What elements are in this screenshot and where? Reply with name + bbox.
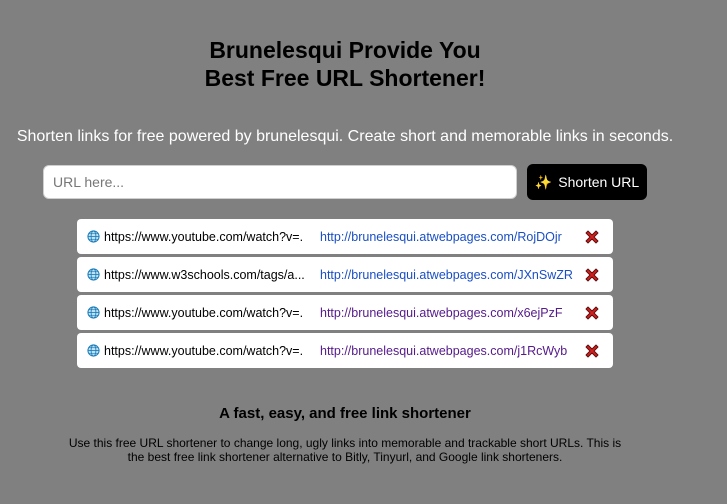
title-line-2: Best Free URL Shortener!	[204, 65, 486, 91]
short-url-link[interactable]: http://brunelesqui.atwebpages.com/x6ejPz…	[320, 306, 563, 320]
info-heading: A fast, easy, and free link shortener	[219, 405, 471, 422]
shortened-links-list: https://www.youtube.com/watch?v=... http…	[77, 219, 613, 371]
globe-icon	[87, 344, 100, 357]
short-url-link[interactable]: http://brunelesqui.atwebpages.com/JXnSwZ…	[320, 268, 573, 282]
link-row: https://www.youtube.com/watch?v=... http…	[77, 295, 613, 330]
original-url: https://www.youtube.com/watch?v=...	[104, 343, 304, 358]
globe-icon	[87, 268, 100, 281]
link-row: https://www.youtube.com/watch?v=... http…	[77, 219, 613, 254]
short-url-link[interactable]: http://brunelesqui.atwebpages.com/RojDOj…	[320, 230, 562, 244]
original-url: https://www.w3schools.com/tags/a...	[104, 267, 304, 282]
url-input[interactable]	[43, 165, 517, 199]
original-url: https://www.youtube.com/watch?v=...	[104, 229, 304, 244]
link-row: https://www.youtube.com/watch?v=... http…	[77, 333, 613, 368]
page-title: Brunelesqui Provide You Best Free URL Sh…	[0, 36, 690, 92]
delete-icon[interactable]	[584, 229, 600, 245]
info-text: Use this free URL shortener to change lo…	[68, 436, 622, 464]
title-line-1: Brunelesqui Provide You	[209, 37, 481, 63]
delete-icon[interactable]	[584, 305, 600, 321]
delete-icon[interactable]	[584, 267, 600, 283]
short-url-link[interactable]: http://brunelesqui.atwebpages.com/j1RcWy…	[320, 344, 567, 358]
shorten-url-button[interactable]: ✨ Shorten URL	[527, 164, 647, 200]
page-subtitle: Shorten links for free powered by brunel…	[16, 128, 674, 145]
globe-icon	[87, 230, 100, 243]
shorten-url-label: Shorten URL	[558, 174, 640, 190]
link-row: https://www.w3schools.com/tags/a... http…	[77, 257, 613, 292]
globe-icon	[87, 306, 100, 319]
delete-icon[interactable]	[584, 343, 600, 359]
sparkles-icon: ✨	[534, 173, 553, 190]
original-url: https://www.youtube.com/watch?v=...	[104, 305, 304, 320]
